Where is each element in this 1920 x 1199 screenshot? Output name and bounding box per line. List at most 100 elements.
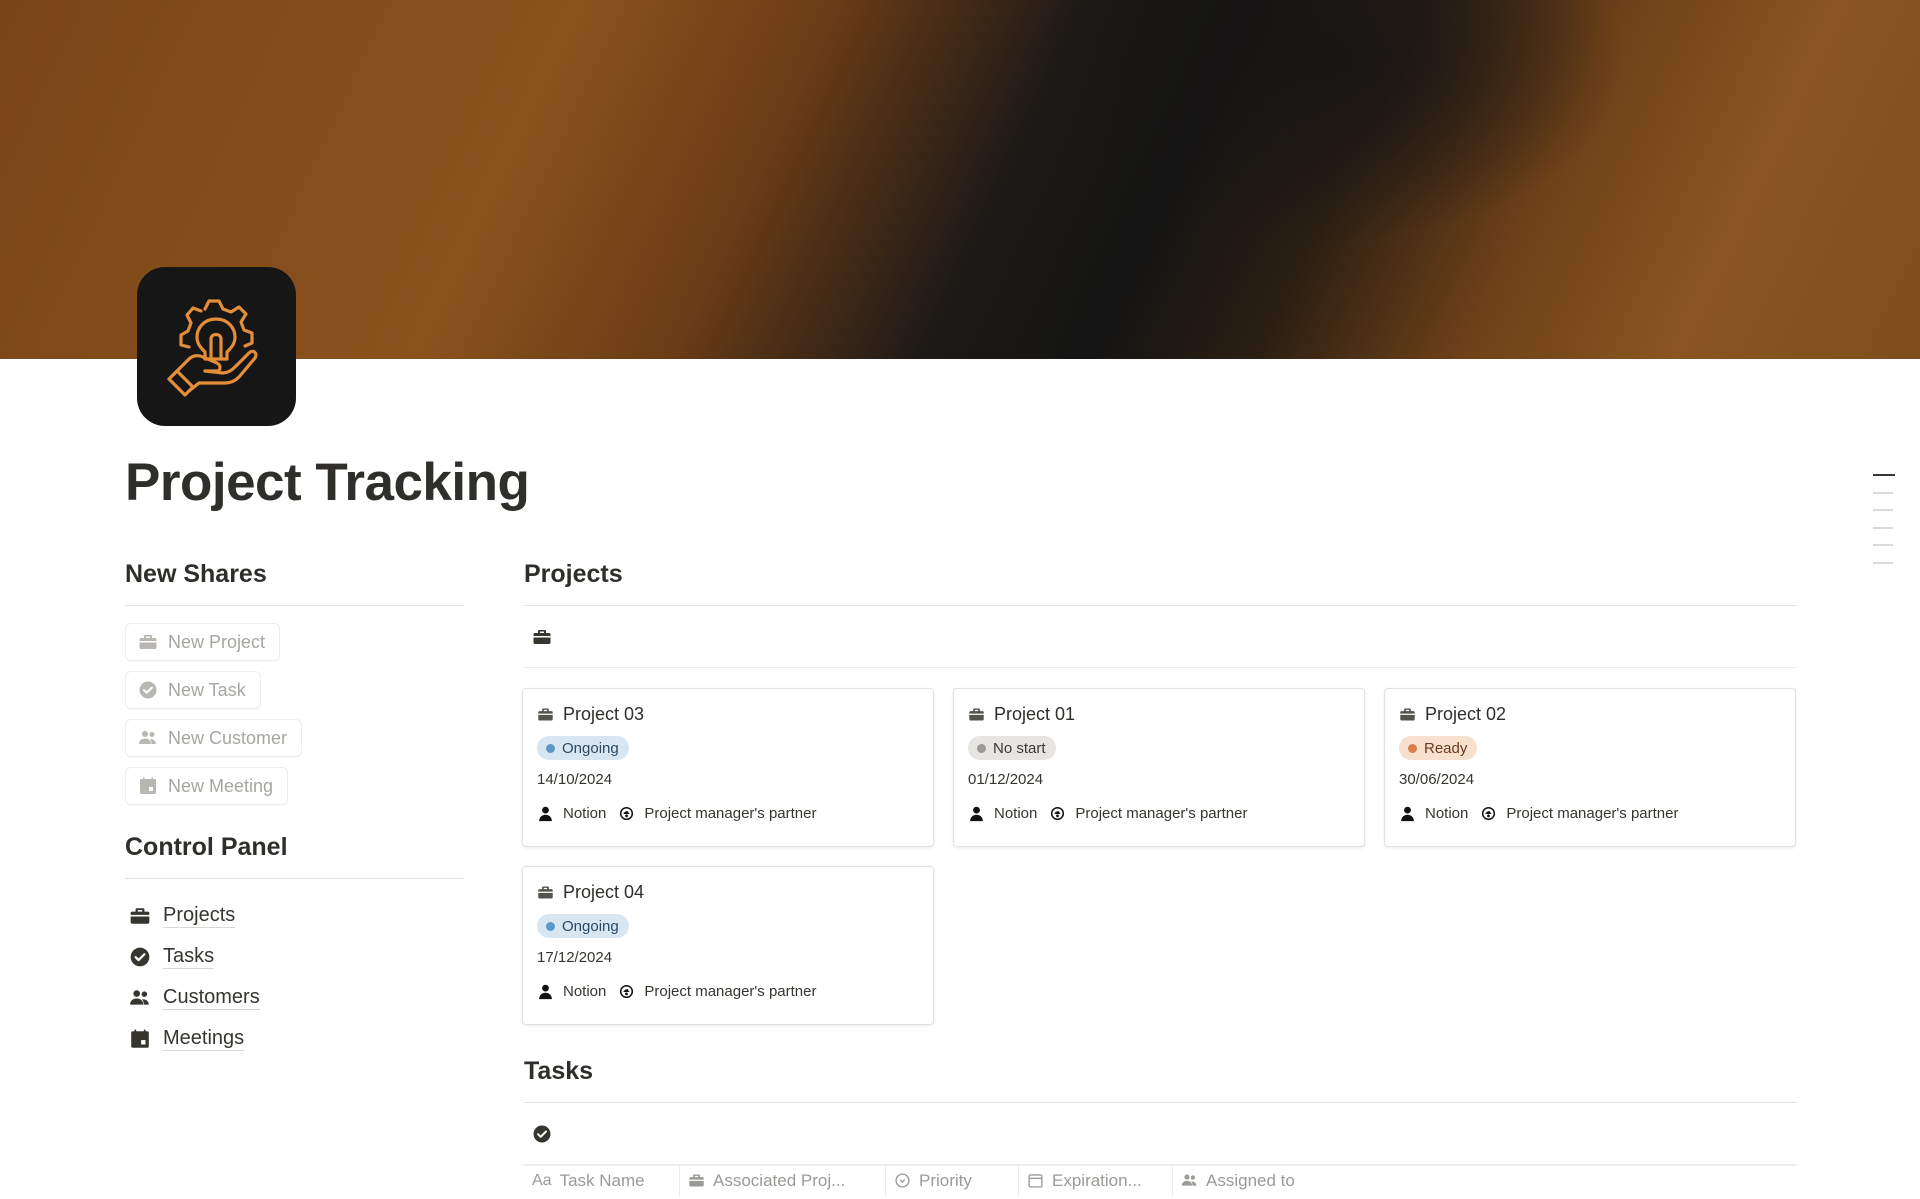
control-panel-heading: Control Panel (125, 833, 464, 879)
status-badge: Ongoing (537, 914, 629, 938)
status-label: Ongoing (562, 739, 619, 757)
text-aa-icon: Aa (532, 1171, 552, 1189)
new-task-button[interactable]: New Task (125, 671, 261, 709)
project-date: 01/12/2024 (968, 771, 1044, 788)
new-project-label: New Project (168, 631, 266, 652)
column-header-task-name[interactable]: Aa Task Name (524, 1165, 680, 1196)
status-badge: No start (968, 736, 1056, 760)
projects-heading[interactable]: Projects (524, 560, 1797, 606)
toc-line[interactable] (1873, 474, 1895, 476)
project-card[interactable]: Project 02 Ready 30/06/2024 Notion Proje… (1384, 688, 1796, 847)
tasks-view-bar (524, 1103, 1797, 1165)
column-header-assigned-to[interactable]: Assigned to (1173, 1166, 1353, 1196)
new-meeting-label: New Meeting (168, 775, 274, 796)
column-header-priority[interactable]: Priority (886, 1165, 1019, 1196)
column-header-label: Task Name (559, 1170, 645, 1190)
column-header-label: Priority (919, 1170, 972, 1190)
project-date: 14/10/2024 (537, 771, 613, 788)
project-date: 17/12/2024 (537, 949, 613, 966)
project-name: Project 01 (994, 703, 1076, 724)
tasks-table-header: Aa Task Name Associated Proj... Priority… (524, 1165, 1797, 1196)
new-shares-list: New Project New Task New Customer New Me… (125, 623, 464, 815)
control-item-projects[interactable]: Projects (125, 895, 464, 936)
column-header-associated-project[interactable]: Associated Proj... (680, 1165, 886, 1196)
briefcase-icon (689, 1174, 704, 1187)
person-icon (539, 806, 552, 821)
gear-lightbulb-hand-icon (166, 298, 257, 397)
status-dot (546, 743, 555, 753)
tasks-heading[interactable]: Tasks (524, 1057, 1797, 1103)
briefcase-icon (538, 708, 553, 720)
people-icon (139, 731, 156, 744)
partner-avatar-icon (620, 806, 634, 820)
new-task-label: New Task (168, 679, 246, 700)
control-item-tasks[interactable]: Tasks (125, 936, 464, 977)
project-partner: Project manager's partner (1075, 804, 1248, 822)
briefcase-icon (130, 907, 150, 924)
project-people: Notion Project manager's partner (968, 803, 1350, 823)
projects-view-bar (524, 606, 1797, 668)
toc-line[interactable] (1873, 509, 1893, 511)
new-shares-heading: New Shares (125, 560, 464, 606)
project-card-title: Project 04 (537, 880, 919, 904)
projects-database: Projects Project 03 Ongoing 14/10/2024 N… (522, 560, 1797, 1025)
briefcase-icon (139, 635, 157, 649)
project-card[interactable]: Project 01 No start 01/12/2024 Notion Pr… (953, 688, 1365, 847)
control-item-customers[interactable]: Customers (125, 977, 464, 1018)
calendar-icon (140, 777, 156, 794)
project-card[interactable]: Project 04 Ongoing 17/12/2024 Notion Pro… (522, 866, 934, 1025)
control-item-meetings[interactable]: Meetings (125, 1018, 464, 1059)
status-dot (1408, 743, 1417, 753)
project-people: Notion Project manager's partner (537, 803, 919, 823)
table-of-contents-outline[interactable] (1873, 474, 1895, 579)
person-icon (970, 806, 983, 821)
check-circle-icon[interactable] (532, 1124, 552, 1144)
status-label: Ready (1424, 739, 1468, 757)
calendar-icon (131, 1029, 149, 1048)
page-title: Project Tracking (125, 453, 530, 512)
check-circle-icon (130, 947, 150, 966)
person-icon (539, 984, 552, 999)
toc-line[interactable] (1873, 561, 1893, 564)
project-owner: Notion (1425, 804, 1469, 822)
partner-avatar-icon (1051, 806, 1065, 820)
project-partner: Project manager's partner (644, 804, 817, 822)
project-card-title: Project 03 (537, 702, 919, 726)
briefcase-icon (1400, 708, 1415, 720)
partner-avatar-icon (1482, 806, 1496, 820)
new-project-button[interactable]: New Project (125, 623, 281, 661)
project-card[interactable]: Project 03 Ongoing 14/10/2024 Notion Pro… (522, 688, 934, 847)
project-card-title: Project 01 (968, 702, 1350, 726)
toc-line[interactable] (1873, 526, 1893, 529)
page-icon[interactable] (137, 267, 296, 426)
project-owner: Notion (994, 804, 1038, 822)
status-icon (895, 1173, 910, 1188)
project-people: Notion Project manager's partner (537, 981, 919, 1001)
partner-avatar-icon (620, 984, 634, 998)
new-customer-button[interactable]: New Customer (125, 719, 303, 757)
column-header-expiration[interactable]: Expiration... (1019, 1165, 1173, 1196)
status-label: No start (993, 739, 1046, 757)
project-partner: Project manager's partner (1506, 804, 1679, 822)
project-people: Notion Project manager's partner (1399, 803, 1781, 823)
new-meeting-button[interactable]: New Meeting (125, 767, 289, 805)
toc-line[interactable] (1873, 491, 1893, 494)
status-badge: Ongoing (537, 736, 629, 760)
column-header-label: Associated Proj... (713, 1170, 846, 1190)
projects-gallery: Project 03 Ongoing 14/10/2024 Notion Pro… (522, 688, 1797, 1025)
project-name: Project 02 (1425, 703, 1507, 724)
briefcase-icon (538, 886, 553, 898)
status-dot (977, 743, 986, 753)
control-item-label: Meetings (163, 1027, 245, 1051)
project-owner: Notion (563, 982, 607, 1000)
people-icon (130, 989, 149, 1005)
toc-line[interactable] (1873, 544, 1893, 546)
control-item-label: Customers (163, 986, 260, 1010)
column-header-label: Expiration... (1052, 1170, 1142, 1190)
project-name: Project 04 (563, 881, 645, 902)
briefcase-icon[interactable] (532, 627, 552, 647)
status-label: Ongoing (562, 917, 619, 935)
new-customer-label: New Customer (168, 727, 288, 748)
project-owner: Notion (563, 804, 607, 822)
project-date: 30/06/2024 (1399, 771, 1475, 788)
